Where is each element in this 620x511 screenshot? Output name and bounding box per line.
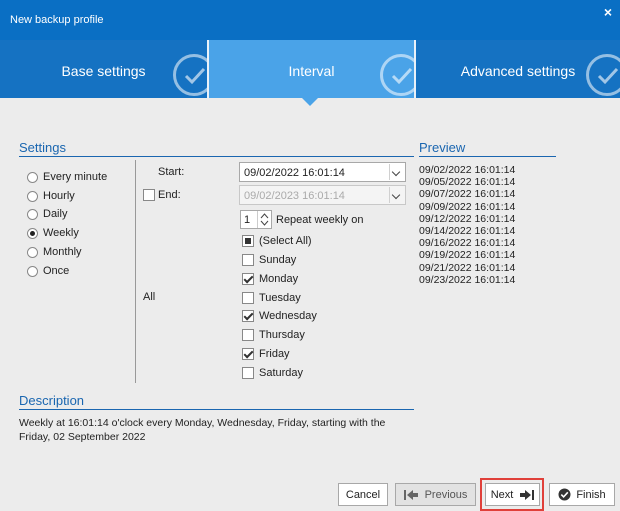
preview-list: 09/02/2022 16:01:14 09/05/2022 16:01:14 …: [419, 164, 515, 286]
checkbox[interactable]: [242, 367, 254, 379]
previous-label: Previous: [424, 488, 468, 501]
preview-item: 09/09/2022 16:01:14: [419, 200, 516, 213]
repeat-label: Repeat weekly on: [276, 214, 364, 226]
preview-item: 09/19/2022 16:01:14: [419, 249, 516, 262]
day-select-all[interactable]: (Select All): [242, 233, 312, 249]
radio-once[interactable]: Once: [27, 263, 69, 279]
preview-underline: [419, 156, 556, 157]
active-tab-pointer: [302, 98, 318, 106]
start-value: 09/02/2022 16:01:14: [244, 167, 345, 179]
chevron-down-icon[interactable]: [389, 164, 404, 180]
radio-hourly[interactable]: Hourly: [27, 188, 75, 204]
preview-item: 09/05/2022 16:01:14: [419, 176, 516, 189]
day-label: Monday: [259, 273, 299, 285]
spinner-arrows-icon[interactable]: [257, 211, 271, 228]
checkmark-icon: [586, 54, 620, 96]
next-button-highlight: [480, 478, 544, 511]
description-text: Weekly at 16:01:14 o'clock every Monday,…: [19, 417, 386, 443]
repeat-weeks-stepper[interactable]: 1: [240, 210, 272, 229]
radio-button[interactable]: [27, 246, 38, 258]
preview-item: 09/16/2022 16:01:14: [419, 237, 516, 250]
finish-label: Finish: [576, 488, 606, 501]
preview-item: 09/23/2022 16:01:14: [419, 273, 516, 286]
repeat-value: 1: [244, 214, 251, 226]
radio-label: Hourly: [43, 190, 75, 202]
settings-divider: [135, 160, 136, 383]
start-label: Start:: [158, 166, 185, 178]
checkbox[interactable]: [242, 292, 254, 304]
chevron-down-icon[interactable]: [389, 187, 404, 203]
end-checkbox[interactable]: [143, 189, 155, 201]
day-label: Friday: [259, 348, 290, 360]
previous-arrow-icon: [403, 489, 418, 500]
start-datetime-picker[interactable]: 09/02/2022 16:01:14: [239, 162, 406, 182]
radio-label: Once: [43, 265, 70, 277]
radio-label: Weekly: [43, 227, 79, 239]
preview-item: 09/02/2022 16:01:14: [419, 164, 516, 176]
radio-label: Daily: [43, 208, 68, 220]
day-monday[interactable]: Monday: [242, 271, 298, 287]
day-label: (Select All): [259, 235, 312, 247]
checkbox[interactable]: [242, 235, 254, 247]
cancel-label: Cancel: [345, 488, 381, 501]
radio-every-minute[interactable]: Every minute: [27, 169, 107, 185]
checkbox[interactable]: [242, 273, 254, 285]
finish-button[interactable]: Finish: [549, 483, 615, 506]
checkbox[interactable]: [242, 254, 254, 266]
day-wednesday[interactable]: Wednesday: [242, 308, 317, 324]
tab-interval[interactable]: Interval: [209, 40, 414, 98]
end-datetime-picker[interactable]: 09/02/2023 16:01:14: [239, 185, 406, 205]
radio-monthly[interactable]: Monthly: [27, 244, 82, 260]
wizard-tabs: Base settings Interval Advanced settings: [0, 40, 620, 98]
finish-check-icon: [558, 488, 571, 501]
day-friday[interactable]: Friday: [242, 346, 290, 362]
end-label: End:: [158, 189, 181, 201]
preview-heading: Preview: [419, 140, 466, 155]
day-label: Thursday: [259, 329, 305, 341]
checkbox[interactable]: [242, 310, 254, 322]
radio-button[interactable]: [27, 171, 38, 183]
tab-base-settings[interactable]: Base settings: [0, 40, 207, 98]
tab-advanced-settings[interactable]: Advanced settings: [416, 40, 620, 98]
description-underline: [19, 409, 414, 410]
radio-label: Monthly: [43, 246, 82, 258]
all-label: All: [143, 291, 156, 303]
radio-weekly[interactable]: Weekly: [27, 225, 79, 241]
previous-button[interactable]: Previous: [395, 483, 476, 506]
cancel-button[interactable]: Cancel: [338, 483, 388, 506]
preview-item: 09/12/2022 16:01:14: [419, 212, 516, 225]
checkmark-icon: [380, 54, 414, 96]
day-label: Saturday: [259, 367, 304, 379]
checkmark-icon: [173, 54, 207, 96]
preview-item: 09/07/2022 16:01:14: [419, 188, 516, 201]
radio-label: Every minute: [43, 171, 108, 183]
day-label: Tuesday: [259, 292, 301, 304]
end-value: 09/02/2023 16:01:14: [244, 190, 345, 202]
checkbox[interactable]: [242, 329, 254, 341]
radio-button[interactable]: [27, 190, 38, 202]
radio-button[interactable]: [27, 265, 38, 277]
day-thursday[interactable]: Thursday: [242, 327, 305, 343]
day-saturday[interactable]: Saturday: [242, 365, 303, 381]
day-label: Wednesday: [259, 310, 317, 322]
checkbox[interactable]: [242, 348, 254, 360]
settings-heading: Settings: [19, 140, 66, 155]
settings-underline: [19, 156, 414, 157]
close-icon[interactable]: ×: [604, 4, 612, 20]
day-label: Sunday: [259, 254, 297, 266]
title-bar: New backup profile ×: [0, 0, 620, 40]
radio-button[interactable]: [27, 208, 38, 220]
description-heading: Description: [19, 393, 85, 408]
day-tuesday[interactable]: Tuesday: [242, 290, 301, 306]
preview-item: 09/21/2022 16:01:14: [419, 261, 516, 274]
radio-daily[interactable]: Daily: [27, 206, 67, 222]
preview-item: 09/14/2022 16:01:14: [419, 224, 516, 237]
day-sunday[interactable]: Sunday: [242, 252, 296, 268]
radio-button[interactable]: [27, 227, 38, 239]
window-title: New backup profile: [10, 14, 104, 26]
